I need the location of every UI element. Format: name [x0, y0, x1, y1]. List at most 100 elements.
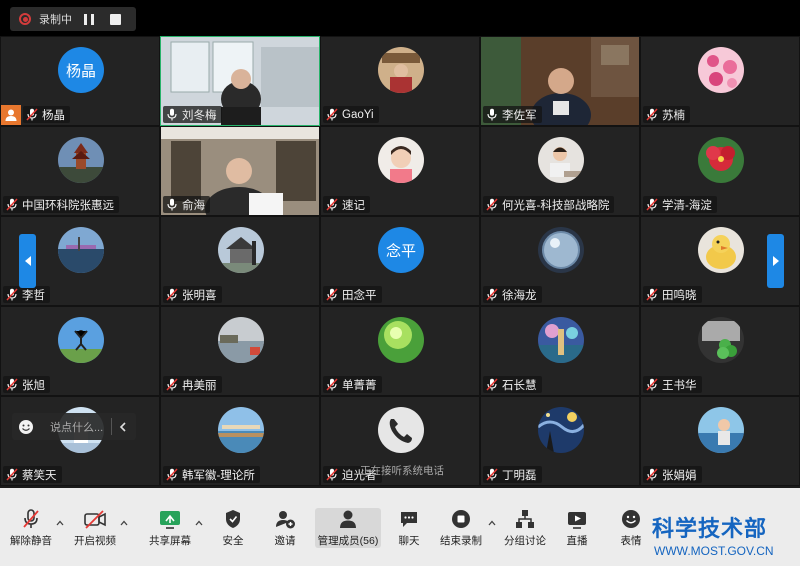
mic-muted-icon [326, 108, 338, 121]
manage-members-label: 管理成员(56) [317, 535, 379, 547]
participant-name: 刘冬梅 [182, 109, 217, 122]
avatar [58, 137, 104, 183]
participant-tile[interactable]: 单菁菁 [320, 306, 480, 396]
collapse-chevron-icon[interactable] [116, 420, 130, 434]
mic-icon [167, 198, 177, 211]
participant-name: 张明喜 [182, 289, 217, 302]
stop-icon [109, 13, 121, 25]
pause-recording-button[interactable] [80, 10, 98, 28]
smiley-icon [622, 510, 640, 528]
avatar [698, 317, 744, 363]
breakout-label: 分组讨论 [504, 535, 546, 547]
participant-name: GaoYi [342, 108, 374, 121]
avatar [698, 227, 744, 273]
live-button[interactable]: 直播 [558, 508, 596, 554]
avatar [538, 407, 584, 453]
invite-button[interactable]: 邀请 [266, 508, 304, 554]
avatar [218, 407, 264, 453]
avatar [538, 227, 584, 273]
participant-tile[interactable]: 张娟娟 [640, 396, 800, 486]
prev-page-button[interactable] [19, 234, 36, 288]
mic-muted-icon [486, 378, 498, 391]
avatar [378, 137, 424, 183]
live-stream-icon [568, 512, 586, 529]
stop-recording-button[interactable] [106, 10, 124, 28]
participant-name: 田念平 [342, 289, 377, 302]
participant-tile[interactable]: 杨晶 杨晶 [0, 36, 160, 126]
participant-nameplate: 石长慧 [483, 376, 542, 393]
participant-tile[interactable]: 苏楠 [640, 36, 800, 126]
manage-members-button[interactable]: 管理成员(56) [315, 508, 381, 554]
end-recording-label: 结束录制 [440, 535, 482, 547]
participant-tile[interactable]: 张明喜 [160, 216, 320, 306]
chevron-up-icon[interactable] [195, 520, 203, 526]
reactions-button[interactable]: 表情 [612, 508, 650, 554]
participant-nameplate: 学清-海淀 [643, 196, 717, 213]
avatar [538, 137, 584, 183]
avatar [218, 227, 264, 273]
chat-icon [401, 512, 417, 527]
chevron-up-icon[interactable] [56, 520, 64, 526]
participant-name: 徐海龙 [502, 289, 537, 302]
avatar [698, 47, 744, 93]
unmute-button[interactable]: 解除静音 [8, 508, 54, 554]
emoji-icon[interactable] [18, 419, 34, 435]
mic-muted-icon [166, 468, 178, 481]
participant-nameplate: 徐海龙 [483, 286, 542, 303]
mic-icon [167, 108, 177, 121]
chat-button[interactable]: 聊天 [390, 508, 428, 554]
participant-tile[interactable]: 念平田念平 [320, 216, 480, 306]
participant-name: 丁明磊 [502, 469, 537, 482]
shield-icon [226, 510, 240, 528]
chat-label: 聊天 [398, 535, 420, 547]
reactions-label: 表情 [620, 535, 642, 547]
participant-nameplate: 李哲 [3, 286, 50, 303]
avatar [378, 317, 424, 363]
participant-nameplate: 张娟娟 [643, 466, 702, 483]
participant-tile[interactable]: 中国环科院张惠远 [0, 126, 160, 216]
participant-tile[interactable]: 何光喜-科技部战略院 [480, 126, 640, 216]
participant-tile[interactable]: 学清-海淀 [640, 126, 800, 216]
participant-name: 何光喜-科技部战略院 [502, 199, 610, 212]
share-screen-label: 共享屏幕 [149, 535, 191, 547]
participant-nameplate: GaoYi [323, 106, 379, 123]
mic-icon [487, 108, 497, 121]
participant-tile[interactable]: 韩军徽-理论所 [160, 396, 320, 486]
participant-tile[interactable]: 速记 [320, 126, 480, 216]
mic-muted-icon [486, 468, 498, 481]
chevron-up-icon[interactable] [120, 520, 128, 526]
next-page-button[interactable] [767, 234, 784, 288]
participant-tile[interactable]: GaoYi [320, 36, 480, 126]
security-button[interactable]: 安全 [214, 508, 252, 554]
security-label: 安全 [222, 535, 244, 547]
mic-muted-icon [166, 288, 178, 301]
participant-tile[interactable]: 刘冬梅 [160, 36, 320, 126]
recording-indicator: 录制中 [10, 7, 136, 31]
end-recording-button[interactable]: 结束录制 [437, 508, 485, 554]
start-video-button[interactable]: 开启视频 [72, 508, 118, 554]
breakout-button[interactable]: 分组讨论 [502, 508, 548, 554]
avatar [58, 227, 104, 273]
participant-tile[interactable]: 冉美丽 [160, 306, 320, 396]
participant-tile[interactable]: 石长慧 [480, 306, 640, 396]
avatar [58, 317, 104, 363]
share-screen-icon [160, 511, 180, 529]
chevron-up-icon[interactable] [488, 520, 496, 526]
participant-tile[interactable]: 张旭 [0, 306, 160, 396]
avatar [698, 137, 744, 183]
participant-tile[interactable]: 王书华 [640, 306, 800, 396]
participant-tile[interactable]: 俞海 [160, 126, 320, 216]
mic-muted-icon [486, 288, 498, 301]
chat-quick-input[interactable]: 说点什么... [12, 413, 136, 440]
participant-name: 冉美丽 [182, 379, 217, 392]
participant-tile[interactable]: 李佐军 [480, 36, 640, 126]
avatar [538, 317, 584, 363]
participant-tile[interactable]: 徐海龙 [480, 216, 640, 306]
avatar: 念平 [378, 227, 424, 273]
share-screen-button[interactable]: 共享屏幕 [146, 508, 194, 554]
mic-muted-icon [26, 108, 38, 121]
participant-tile[interactable]: 丁明磊 [480, 396, 640, 486]
participant-tile[interactable]: 蔡笑天 [0, 396, 160, 486]
participant-name: 田鸣晓 [662, 289, 697, 302]
brand-url: WWW.MOST.GOV.CN [654, 544, 774, 558]
